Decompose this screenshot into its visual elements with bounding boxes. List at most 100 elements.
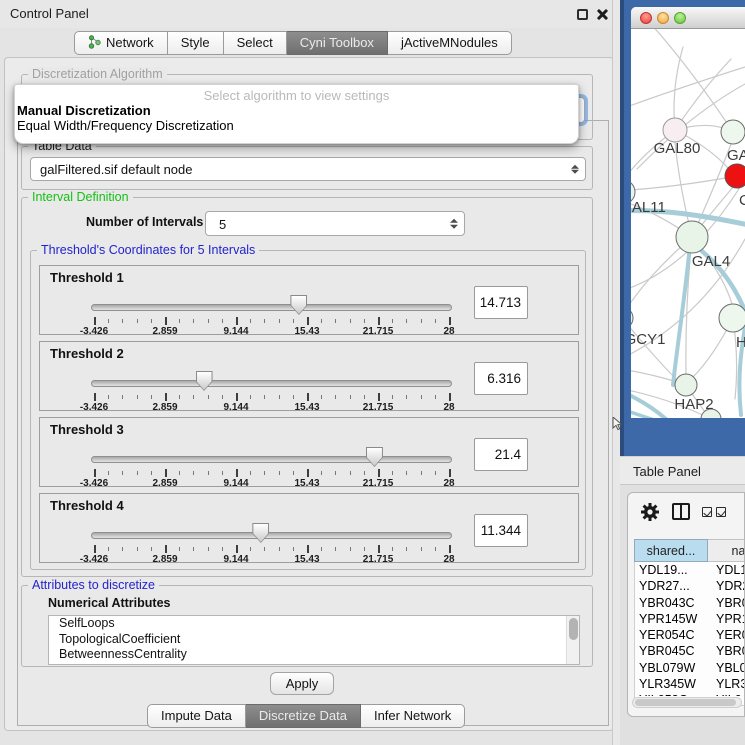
network-edge[interactable] xyxy=(631,369,677,382)
select-checkbox-icon[interactable] xyxy=(702,507,712,517)
cell-shared-name[interactable]: YLR345W xyxy=(639,676,696,692)
cell-shared-name[interactable]: YER054C xyxy=(639,627,695,643)
network-window-titlebar[interactable] xyxy=(631,7,745,29)
cell-name[interactable]: YBL0 xyxy=(716,660,745,676)
slider-track[interactable] xyxy=(91,380,452,387)
cell-name[interactable]: YBR0 xyxy=(716,643,745,659)
tab-select[interactable]: Select xyxy=(224,31,287,55)
cell-shared-name[interactable]: YIL052C xyxy=(639,692,688,696)
threshold-2-slider[interactable]: -3.4262.8599.14415.4321.71528 xyxy=(94,370,449,412)
split-columns-icon[interactable] xyxy=(672,503,690,520)
table-row[interactable]: YBR043C YBR0 xyxy=(634,595,745,611)
cell-name[interactable]: YLR3 xyxy=(716,676,745,692)
tab-style[interactable]: Style xyxy=(168,31,224,55)
cell-name[interactable]: YPR1 xyxy=(716,611,745,627)
table-row[interactable]: YDL19... YDL1 xyxy=(634,562,745,578)
tab-infer-network[interactable]: Infer Network xyxy=(361,704,465,728)
cell-name[interactable]: YER0 xyxy=(716,627,745,643)
tab-jactivemnodules[interactable]: jActiveMNodules xyxy=(388,31,512,55)
list-scrollbar[interactable] xyxy=(566,616,579,664)
node-gal80[interactable] xyxy=(663,118,687,142)
threshold-4-slider[interactable]: -3.4262.8599.14415.4321.71528 xyxy=(94,522,449,564)
table-row[interactable]: YBR045C YBR0 xyxy=(634,643,745,659)
node-label-hap2: HAP2 xyxy=(674,396,713,413)
close-panel-icon[interactable] xyxy=(596,8,609,21)
gear-icon[interactable] xyxy=(640,502,660,522)
attribute-item-selfloops[interactable]: SelfLoops xyxy=(49,616,579,632)
node-label-h: H xyxy=(736,334,745,351)
cell-name[interactable]: YDL1 xyxy=(716,562,745,578)
cell-name[interactable]: YIL0 xyxy=(716,692,742,696)
node-gal4[interactable] xyxy=(676,221,708,253)
table-row[interactable]: YBL079W YBL0 xyxy=(634,660,745,676)
thresholds-group: Threshold's Coordinates for 5 Intervals … xyxy=(30,250,586,570)
cell-shared-name[interactable]: YDL19... xyxy=(639,562,688,578)
threshold-3-slider-thumb[interactable] xyxy=(366,447,383,467)
cell-shared-name[interactable]: YDR27... xyxy=(639,578,690,594)
threshold-1-slider-thumb[interactable] xyxy=(290,295,307,315)
number-of-intervals-combobox[interactable]: 5 xyxy=(205,211,465,236)
cell-name[interactable]: YDR2 xyxy=(716,578,745,594)
cell-shared-name[interactable]: YBR045C xyxy=(639,643,695,659)
threshold-2-panel: Threshold 2-3.4262.8599.14415.4321.71528 xyxy=(39,341,579,411)
horizontal-scrollbar-thumb[interactable] xyxy=(635,699,736,706)
threshold-2-slider-thumb[interactable] xyxy=(196,371,213,391)
network-edge[interactable] xyxy=(631,67,745,109)
combo-arrows-icon xyxy=(571,163,579,176)
table-row[interactable]: YER054C YER0 xyxy=(634,627,745,643)
horizontal-scrollbar[interactable] xyxy=(632,697,742,708)
threshold-4-slider-thumb[interactable] xyxy=(252,523,269,543)
table-toolbar xyxy=(628,493,744,533)
network-edge[interactable] xyxy=(631,176,737,190)
zoom-traffic-light-icon[interactable] xyxy=(674,12,686,24)
tab-cyni-toolbox[interactable]: Cyni Toolbox xyxy=(287,31,388,55)
network-edge[interactable] xyxy=(631,318,677,380)
cell-shared-name[interactable]: YBR043C xyxy=(639,595,695,611)
tab-discretize-data[interactable]: Discretize Data xyxy=(246,704,361,728)
minimize-traffic-light-icon[interactable] xyxy=(657,12,669,24)
tab-network[interactable]: Network xyxy=(74,31,168,55)
interval-definition-group: Interval Definition Number of Intervals … xyxy=(21,197,593,577)
table-row[interactable]: YPR145W YPR1 xyxy=(634,611,745,627)
threshold-4-value-field[interactable] xyxy=(474,514,528,547)
tab-impute-data[interactable]: Impute Data xyxy=(147,704,246,728)
float-window-icon[interactable] xyxy=(577,9,588,20)
table-panel-title: Table Panel xyxy=(633,457,701,486)
node-h[interactable] xyxy=(719,304,745,332)
node-hap2[interactable] xyxy=(675,374,697,396)
threshold-3-value-field[interactable] xyxy=(474,438,528,471)
table-row[interactable]: YLR345W YLR3 xyxy=(634,676,745,692)
threshold-1-slider[interactable]: -3.4262.8599.14415.4321.71528 xyxy=(94,294,449,336)
algorithm-option-manual-discretization[interactable]: Manual Discretization xyxy=(15,103,578,118)
select-checkbox-icon[interactable] xyxy=(716,507,726,517)
node-selected-red[interactable] xyxy=(725,164,745,188)
attribute-item-topologicalcoefficient[interactable]: TopologicalCoefficient xyxy=(49,632,579,648)
cell-shared-name[interactable]: YBL079W xyxy=(639,660,695,676)
close-traffic-light-icon[interactable] xyxy=(640,12,652,24)
network-edge[interactable] xyxy=(675,59,731,130)
apply-button[interactable]: Apply xyxy=(270,672,334,695)
threshold-3-slider[interactable]: -3.4262.8599.14415.4321.71528 xyxy=(94,446,449,488)
column-header-shared-name[interactable]: shared... xyxy=(634,539,708,562)
network-edge[interactable] xyxy=(651,29,733,132)
slider-track[interactable] xyxy=(91,304,452,311)
attribute-item-betweennesscentrality[interactable]: BetweennessCentrality xyxy=(49,647,579,663)
table-data-value: galFiltered.sif default node xyxy=(40,158,192,181)
node-gcy1[interactable] xyxy=(631,307,633,329)
algorithm-option-equal-width-frequency-discretization[interactable]: Equal Width/Frequency Discretization xyxy=(15,118,578,133)
column-header-name[interactable]: na xyxy=(708,539,745,562)
table-data-combobox[interactable]: galFiltered.sif default node xyxy=(30,157,586,181)
threshold-2-value-field[interactable] xyxy=(474,362,528,395)
numerical-attributes-list[interactable]: SelfLoopsTopologicalCoefficientBetweenne… xyxy=(48,615,580,665)
discretization-algorithm-title: Discretization Algorithm xyxy=(28,67,167,81)
node-top-right[interactable] xyxy=(721,120,745,144)
network-canvas[interactable]: GAL80GACGAL11GAL4GCY1HHAP2 xyxy=(631,29,745,418)
slider-track[interactable] xyxy=(91,532,452,539)
slider-track[interactable] xyxy=(91,456,452,463)
network-edge[interactable] xyxy=(673,245,690,385)
cell-shared-name[interactable]: YPR145W xyxy=(639,611,697,627)
threshold-1-value-field[interactable] xyxy=(474,286,528,319)
table-row[interactable]: YIL052C YIL0 xyxy=(634,692,745,696)
table-row[interactable]: YDR27... YDR2 xyxy=(634,578,745,594)
cell-name[interactable]: YBR0 xyxy=(716,595,745,611)
